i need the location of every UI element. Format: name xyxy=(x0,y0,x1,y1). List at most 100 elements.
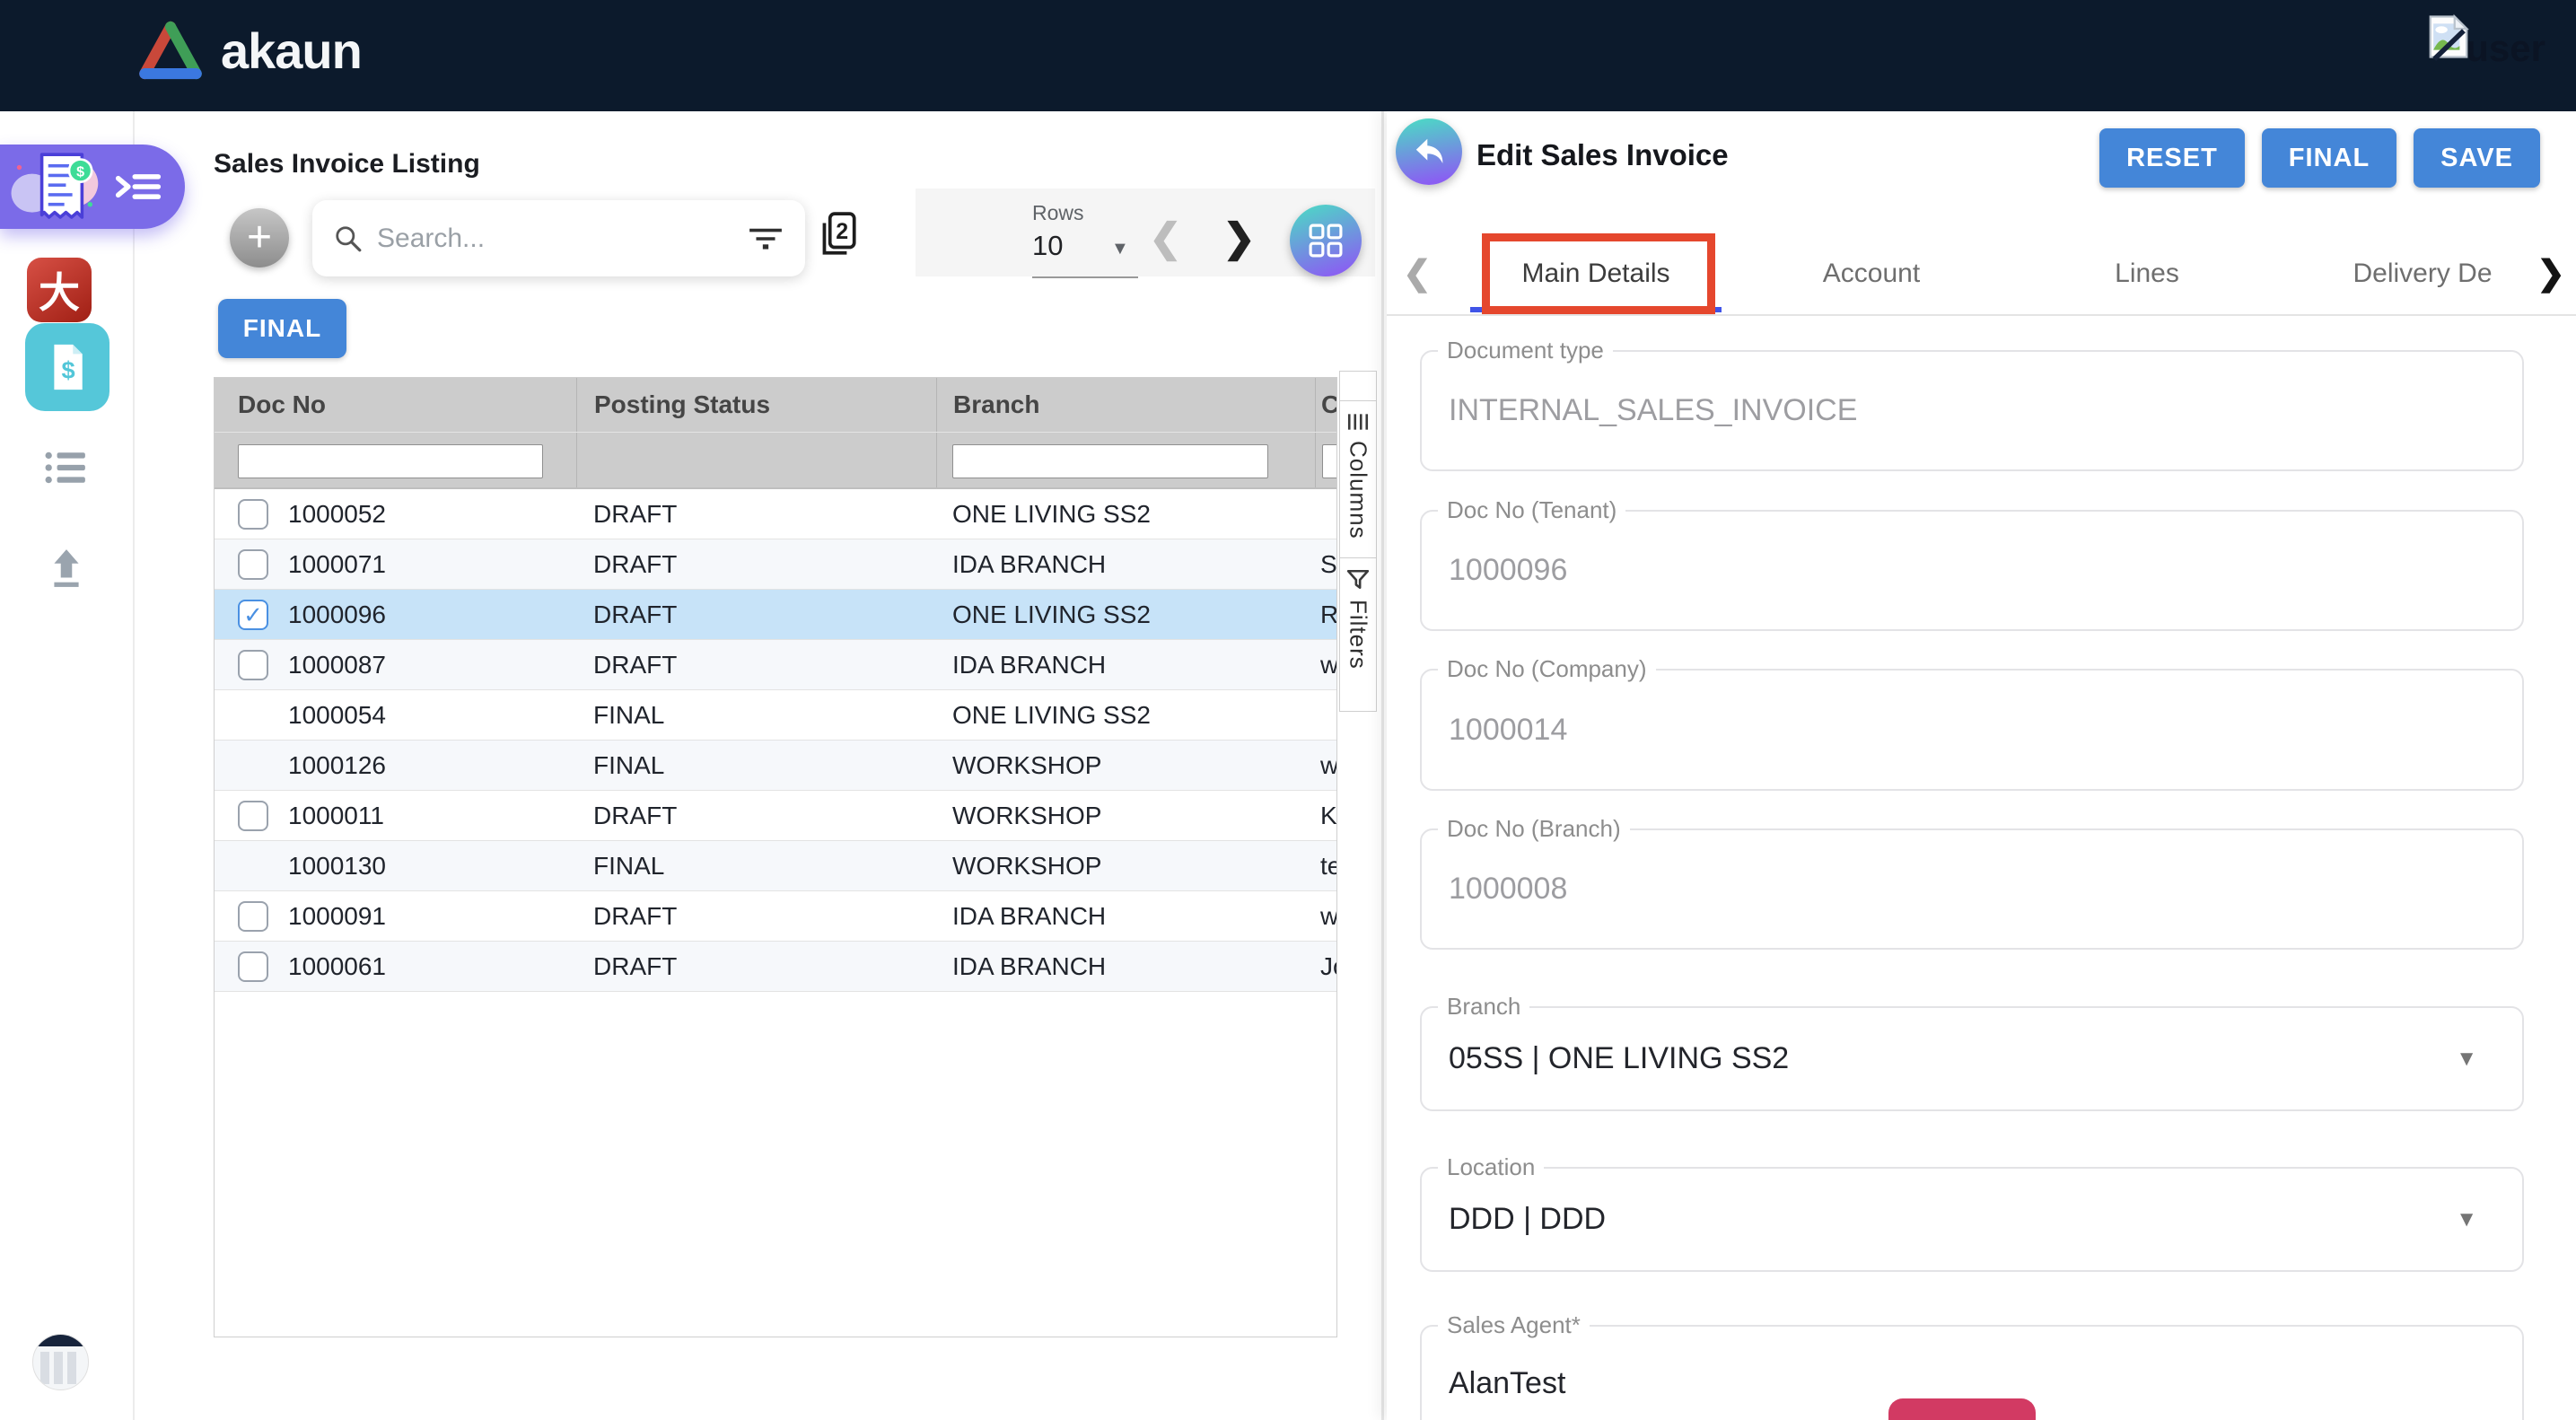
filter-input-doc-no[interactable] xyxy=(238,444,543,478)
add-button[interactable]: + xyxy=(230,208,289,267)
sidebar-item-invoice-app[interactable]: $ xyxy=(25,323,110,411)
tab-main-details[interactable]: Main Details xyxy=(1470,235,1722,312)
tab-account[interactable]: Account xyxy=(1746,235,1997,312)
prev-page-button[interactable]: ❮ xyxy=(1149,215,1182,261)
field-location-select[interactable]: Location DDD | DDD ▼ xyxy=(1420,1167,2524,1272)
search-icon xyxy=(334,224,363,253)
row-checkbox[interactable]: ✓ xyxy=(238,499,268,530)
cell-branch: ONE LIVING SS2 xyxy=(952,489,1151,539)
table-row[interactable]: ✓ 1000011 DRAFT WORKSHOP Ka xyxy=(215,791,1336,841)
row-checkbox[interactable]: ✓ xyxy=(238,549,268,580)
svg-text:$: $ xyxy=(76,163,84,180)
tabs-divider xyxy=(1387,314,2576,316)
final-bulk-button[interactable]: FINAL xyxy=(218,299,346,358)
back-arrow-icon xyxy=(1410,133,1448,171)
table-side-rail: Columns Filters xyxy=(1339,372,1377,712)
field-branch-select[interactable]: Branch 05SS | ONE LIVING SS2 ▼ xyxy=(1420,1006,2524,1111)
cell-doc-no: 1000054 xyxy=(288,690,386,740)
filter-input-customer[interactable] xyxy=(1322,444,1337,478)
table-row[interactable]: ✓ 1000130 FINAL WORKSHOP te xyxy=(215,841,1336,891)
app-preview-thumbnail[interactable] xyxy=(32,1334,89,1390)
red-app-glyph: 大 xyxy=(39,260,80,320)
row-checkbox[interactable]: ✓ xyxy=(238,650,268,680)
column-header-customer[interactable]: Cu xyxy=(1315,378,1336,432)
tabs-scroll-right-icon[interactable]: ❯ xyxy=(2531,253,2565,294)
cell-customer: Re xyxy=(1320,590,1337,639)
cell-customer: Ka xyxy=(1320,791,1337,840)
bulleted-list-icon xyxy=(45,451,88,485)
dropdown-caret-icon: ▼ xyxy=(2456,1207,2495,1232)
table-row[interactable]: ✓ 1000052 DRAFT ONE LIVING SS2 xyxy=(215,489,1336,539)
column-separator xyxy=(1315,433,1316,487)
field-doc-no-branch: Doc No (Branch) 1000008 xyxy=(1420,828,2524,950)
editor-title: Edit Sales Invoice xyxy=(1476,138,1729,172)
columns-tab-label: Columns xyxy=(1345,441,1372,539)
rows-per-page-label: Rows xyxy=(1032,201,1084,225)
sidebar-item-sales-invoice-active[interactable]: $ xyxy=(0,145,185,229)
next-page-button[interactable]: ❯ xyxy=(1222,215,1256,261)
cell-posting-status: FINAL xyxy=(593,741,664,790)
filters-tab-label: Filters xyxy=(1345,600,1372,670)
column-separator xyxy=(576,433,577,487)
sidebar-item-red-app[interactable]: 大 xyxy=(27,258,92,322)
sidebar-item-list[interactable] xyxy=(45,451,88,485)
grid-view-button[interactable] xyxy=(1290,205,1362,276)
cell-branch: WORKSHOP xyxy=(952,741,1101,790)
row-checkbox[interactable]: ✓ xyxy=(238,801,268,831)
cell-posting-status: DRAFT xyxy=(593,942,677,991)
columns-icon xyxy=(1346,412,1370,432)
cell-doc-no: 1000061 xyxy=(288,942,386,991)
cell-customer: te xyxy=(1320,841,1337,890)
svg-text:$: $ xyxy=(61,356,74,384)
brand-logo[interactable]: akaun xyxy=(135,18,362,83)
collapse-menu-icon xyxy=(115,170,162,204)
final-button[interactable]: FINAL xyxy=(2262,128,2396,188)
tabs-scroll-left-icon[interactable]: ❮ xyxy=(1403,253,1432,294)
table-row[interactable]: ✓ 1000071 DRAFT IDA BRANCH Si xyxy=(215,539,1336,590)
table-header-row: Doc No Posting Status Branch Cu xyxy=(215,378,1336,432)
column-header-branch[interactable]: Branch xyxy=(936,378,1315,432)
search-box[interactable] xyxy=(312,200,805,276)
row-checkbox[interactable]: ✓ xyxy=(238,951,268,982)
app-sidebar: $ 大 $ xyxy=(0,111,135,1420)
table-row[interactable]: ✓ 1000126 FINAL WORKSHOP wa xyxy=(215,741,1336,791)
field-doc-no-tenant: Doc No (Tenant) 1000096 xyxy=(1420,510,2524,631)
table-row[interactable]: ✓ 1000096 DRAFT ONE LIVING SS2 Re xyxy=(215,590,1336,640)
table-row[interactable]: ✓ 1000054 FINAL ONE LIVING SS2 xyxy=(215,690,1336,741)
cell-posting-status: DRAFT xyxy=(593,590,677,639)
invoice-receipt-illustration-icon: $ xyxy=(7,148,101,225)
user-avatar[interactable]: user xyxy=(2426,13,2545,61)
sidebar-item-upload[interactable] xyxy=(47,548,86,589)
filter-lines-icon[interactable] xyxy=(748,226,784,251)
column-header-posting-status[interactable]: Posting Status xyxy=(576,378,936,432)
search-input[interactable] xyxy=(377,224,748,254)
table-row[interactable]: ✓ 1000091 DRAFT IDA BRANCH wa xyxy=(215,891,1336,942)
cell-branch: ONE LIVING SS2 xyxy=(952,590,1151,639)
akaun-triangle-icon xyxy=(135,18,206,83)
cell-doc-no: 1000126 xyxy=(288,741,386,790)
floating-action-button[interactable] xyxy=(1888,1398,2036,1420)
cell-customer: wa xyxy=(1320,741,1337,790)
duplicate-pages-icon[interactable]: 2 xyxy=(817,210,858,263)
cell-posting-status: DRAFT xyxy=(593,539,677,589)
filter-input-branch[interactable] xyxy=(952,444,1268,478)
tab-delivery-details[interactable]: Delivery De xyxy=(2297,235,2548,312)
back-button[interactable] xyxy=(1396,118,1462,185)
row-checkbox[interactable]: ✓ xyxy=(238,600,268,630)
table-row[interactable]: ✓ 1000087 DRAFT IDA BRANCH wa xyxy=(215,640,1336,690)
field-doc-no-company: Doc No (Company) 1000014 xyxy=(1420,669,2524,791)
reset-button[interactable]: RESET xyxy=(2099,128,2245,188)
rows-per-page-select[interactable]: 10 xyxy=(1032,230,1063,262)
row-checkbox[interactable]: ✓ xyxy=(238,901,268,932)
column-header-doc-no[interactable]: Doc No xyxy=(215,378,576,432)
cell-customer: wa xyxy=(1320,891,1337,941)
cell-branch: IDA BRANCH xyxy=(952,539,1106,589)
columns-side-tab[interactable]: Columns xyxy=(1339,400,1377,558)
save-button[interactable]: SAVE xyxy=(2414,128,2540,188)
filters-side-tab[interactable]: Filters xyxy=(1339,557,1377,712)
cell-customer: Jo xyxy=(1320,942,1337,991)
rows-select-caret-icon[interactable]: ▼ xyxy=(1111,239,1129,259)
table-row[interactable]: ✓ 1000061 DRAFT IDA BRANCH Jo xyxy=(215,942,1336,992)
thumbnail-body xyxy=(33,1346,88,1389)
tab-lines[interactable]: Lines xyxy=(2021,235,2273,312)
